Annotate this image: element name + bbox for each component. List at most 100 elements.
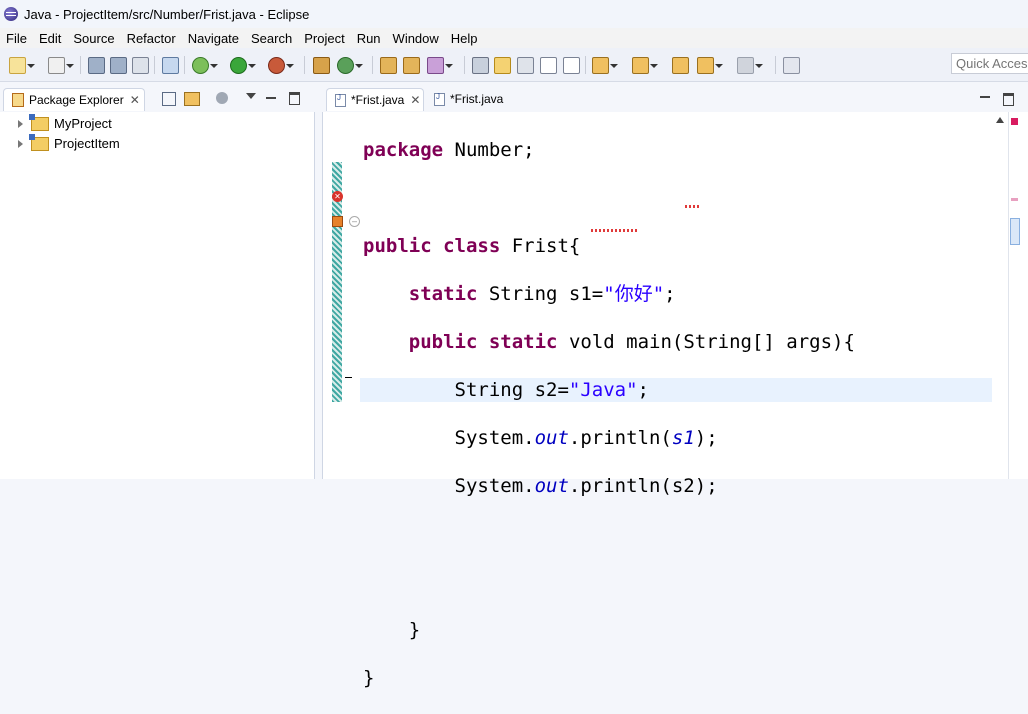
print-icon[interactable] xyxy=(132,57,149,74)
pin-editor-icon[interactable] xyxy=(783,57,800,74)
show-whitespace-icon[interactable] xyxy=(540,57,557,74)
open-folder-icon[interactable] xyxy=(403,57,420,74)
menu-source[interactable]: Source xyxy=(67,31,120,46)
menu-edit[interactable]: Edit xyxy=(33,31,67,46)
menu-refactor[interactable]: Refactor xyxy=(121,31,182,46)
error-squiggle xyxy=(591,229,637,232)
pilcrow-icon[interactable] xyxy=(563,57,580,74)
toolbar-separator xyxy=(184,56,185,74)
next-annotation-icon[interactable] xyxy=(592,57,618,74)
editor-tab-bar: *Frist.java ✕ *Frist.java xyxy=(322,86,1028,112)
toggle-mark-occurrences-icon[interactable] xyxy=(472,57,489,74)
project-label: ProjectItem xyxy=(54,136,120,151)
last-edit-location-icon[interactable] xyxy=(672,57,689,74)
error-icon[interactable]: ✕ xyxy=(332,191,343,202)
collapse-all-icon[interactable] xyxy=(162,92,176,106)
code-text: Frist{ xyxy=(500,235,581,257)
save-icon[interactable] xyxy=(88,57,105,74)
menu-file[interactable]: File xyxy=(0,31,33,46)
filter-icon[interactable] xyxy=(216,92,228,104)
maximize-icon[interactable] xyxy=(289,92,300,105)
menu-project[interactable]: Project xyxy=(298,31,350,46)
code-text: ); xyxy=(694,427,718,449)
maximize-icon[interactable] xyxy=(1003,93,1014,106)
close-icon[interactable]: ✕ xyxy=(410,93,420,107)
save-all-icon[interactable] xyxy=(110,57,127,74)
code-text: String s2= xyxy=(454,379,569,401)
error-squiggle xyxy=(685,205,699,208)
menu-search[interactable]: Search xyxy=(245,31,298,46)
new-java-package-icon[interactable] xyxy=(48,57,74,74)
new-java-project-icon[interactable] xyxy=(313,57,330,74)
string-literal: "你好" xyxy=(603,283,665,305)
new-icon[interactable] xyxy=(9,57,35,74)
code-text: } xyxy=(363,667,375,689)
menu-help[interactable]: Help xyxy=(445,31,484,46)
menu-run[interactable]: Run xyxy=(351,31,387,46)
static-field: out xyxy=(534,475,569,497)
tab-label: *Frist.java xyxy=(351,93,405,107)
minimize-icon[interactable] xyxy=(266,97,276,99)
run-icon[interactable] xyxy=(230,57,256,74)
java-file-icon xyxy=(335,93,346,107)
code-text[interactable]: package Number; public class Frist{ stat… xyxy=(363,114,855,714)
tab-label: *Frist.java xyxy=(450,92,504,106)
new-class-icon[interactable] xyxy=(337,57,363,74)
menu-navigate[interactable]: Navigate xyxy=(182,31,245,46)
tab-frist-java[interactable]: *Frist.java xyxy=(426,88,516,110)
toolbar-separator xyxy=(80,56,81,74)
package-explorer-tree: MyProject ProjectItem xyxy=(0,112,315,479)
code-line-11: } xyxy=(363,618,855,642)
error-overview-marker[interactable] xyxy=(1011,118,1018,125)
code-line-6: String s2="Java"; xyxy=(363,378,855,402)
close-icon[interactable]: ✕ xyxy=(130,93,140,107)
tab-package-explorer[interactable]: Package Explorer ✕ xyxy=(3,88,145,111)
highlight-icon[interactable] xyxy=(494,57,511,74)
java-file-icon xyxy=(434,92,445,106)
tab-frist-java-active[interactable]: *Frist.java ✕ xyxy=(326,88,424,111)
forward-icon[interactable] xyxy=(737,57,763,74)
link-with-editor-icon[interactable] xyxy=(184,92,200,106)
back-icon[interactable] xyxy=(697,57,723,74)
menu-bar: File Edit Source Refactor Navigate Searc… xyxy=(0,28,1028,48)
static-field: s1 xyxy=(671,427,695,449)
external-tools-icon[interactable] xyxy=(268,57,294,74)
keyword: static xyxy=(488,331,558,353)
search-icon[interactable] xyxy=(427,57,453,74)
toolbar-separator xyxy=(775,56,776,74)
tab-label: Package Explorer xyxy=(29,93,124,107)
code-line-7: System.out.println(s1); xyxy=(363,426,855,450)
tree-item-projectitem[interactable]: ProjectItem xyxy=(18,133,120,151)
expand-icon[interactable] xyxy=(18,119,23,128)
toolbar-separator xyxy=(304,56,305,74)
java-project-icon xyxy=(29,133,49,151)
open-type-icon[interactable] xyxy=(380,57,397,74)
warning-icon[interactable] xyxy=(332,216,343,227)
code-text: .println( xyxy=(568,427,672,449)
tree-item-myproject[interactable]: MyProject xyxy=(18,113,112,131)
menu-window[interactable]: Window xyxy=(387,31,445,46)
toolbar-separator xyxy=(372,56,373,74)
previous-annotation-icon[interactable] xyxy=(632,57,658,74)
minimize-icon[interactable] xyxy=(980,96,990,98)
view-menu-icon[interactable] xyxy=(246,93,256,99)
code-text: ; xyxy=(637,379,649,401)
expand-icon[interactable] xyxy=(18,139,23,148)
overview-ruler[interactable] xyxy=(1008,112,1028,479)
code-text: Number; xyxy=(443,139,535,161)
java-project-icon xyxy=(29,113,49,131)
code-text: } xyxy=(408,619,421,641)
annotation-overview-marker[interactable] xyxy=(1011,198,1018,201)
code-line-12: } xyxy=(363,666,855,690)
scrollbar-thumb[interactable] xyxy=(1010,218,1020,245)
skip-breakpoints-icon[interactable] xyxy=(162,57,179,74)
block-selection-icon[interactable] xyxy=(517,57,534,74)
debug-icon[interactable] xyxy=(192,57,218,74)
quick-access-input[interactable] xyxy=(951,53,1028,74)
scroll-up-icon[interactable] xyxy=(996,117,1004,123)
fold-icon[interactable]: – xyxy=(349,216,360,227)
keyword: class xyxy=(443,235,501,257)
code-line-3: public class Frist{ xyxy=(363,234,855,258)
title-bar: Java - ProjectItem/src/Number/Frist.java… xyxy=(0,0,1028,28)
